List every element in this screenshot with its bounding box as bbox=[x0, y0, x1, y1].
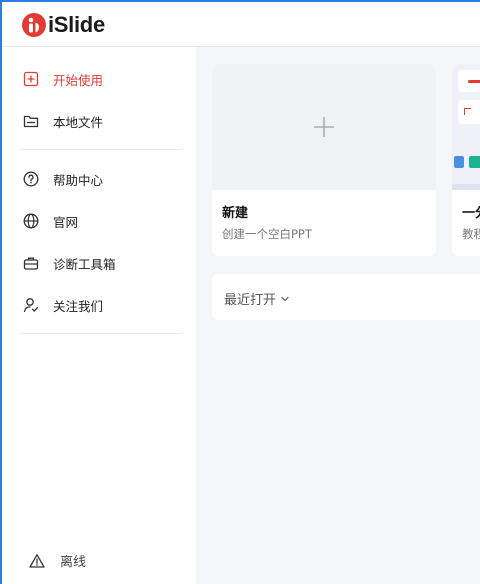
thumbnail-bottom-bar bbox=[452, 184, 480, 190]
new-presentation-thumbnail bbox=[212, 64, 436, 190]
tutorial-card[interactable]: 一分 教程 bbox=[452, 64, 480, 256]
toolbox-icon bbox=[22, 254, 40, 272]
sidebar-item-local-files[interactable]: 本地文件 bbox=[22, 109, 103, 133]
app-header: iSlide bbox=[2, 2, 480, 47]
new-presentation-card[interactable]: 新建 创建一个空白PPT bbox=[212, 64, 436, 256]
folder-icon bbox=[22, 112, 40, 130]
new-card-title: 新建 bbox=[222, 206, 249, 221]
sidebar-item-help-center[interactable]: 帮助中心 bbox=[22, 167, 103, 191]
recent-files-toggle[interactable]: 最近打开 bbox=[224, 289, 290, 308]
sidebar: 开始使用 本地文件 帮助中心 官网 诊断工具箱 关注我们 离线 bbox=[2, 47, 196, 584]
sidebar-item-label: 本地文件 bbox=[53, 114, 104, 130]
sidebar-item-diagnostic-toolbox[interactable]: 诊断工具箱 bbox=[22, 251, 116, 275]
tutorial-card-title: 一分 bbox=[462, 206, 480, 221]
thumbnail-blue-chip bbox=[454, 156, 464, 168]
app-window: iSlide 开始使用 本地文件 帮助中心 官网 诊断工具箱 关注我们 离线 新… bbox=[0, 0, 480, 584]
sidebar-item-label: 开始使用 bbox=[53, 72, 104, 88]
question-circle-icon bbox=[22, 170, 40, 188]
tutorial-thumbnail bbox=[452, 64, 480, 190]
thumbnail-red-glyph bbox=[464, 108, 471, 115]
sidebar-item-label: 官网 bbox=[53, 214, 79, 230]
user-follow-icon bbox=[22, 296, 40, 314]
plus-square-icon bbox=[22, 70, 40, 88]
plus-icon bbox=[314, 117, 334, 137]
sidebar-item-get-started[interactable]: 开始使用 bbox=[22, 67, 103, 91]
warning-triangle-icon bbox=[28, 552, 46, 570]
app-logo: iSlide bbox=[22, 12, 105, 38]
sidebar-item-follow-us[interactable]: 关注我们 bbox=[22, 293, 103, 317]
thumbnail-green-chip bbox=[469, 156, 480, 168]
connection-status[interactable]: 离线 bbox=[28, 551, 86, 570]
connection-status-label: 离线 bbox=[60, 555, 87, 570]
globe-icon bbox=[22, 212, 40, 230]
tutorial-card-subtitle: 教程 bbox=[462, 227, 480, 241]
islide-logo-icon bbox=[22, 13, 46, 37]
sidebar-divider bbox=[20, 333, 182, 334]
sidebar-item-label: 帮助中心 bbox=[53, 172, 104, 188]
chevron-down-icon bbox=[280, 294, 290, 304]
new-card-subtitle: 创建一个空白PPT bbox=[222, 227, 312, 241]
sidebar-divider bbox=[20, 149, 182, 150]
thumbnail-red-bar bbox=[468, 80, 480, 83]
sidebar-item-label: 关注我们 bbox=[53, 298, 104, 314]
sidebar-item-label: 诊断工具箱 bbox=[53, 256, 116, 272]
recent-files-label: 最近打开 bbox=[224, 293, 277, 308]
sidebar-item-website[interactable]: 官网 bbox=[22, 209, 78, 233]
app-logo-text: iSlide bbox=[48, 12, 105, 37]
recent-files-panel: 最近打开 bbox=[212, 274, 480, 320]
